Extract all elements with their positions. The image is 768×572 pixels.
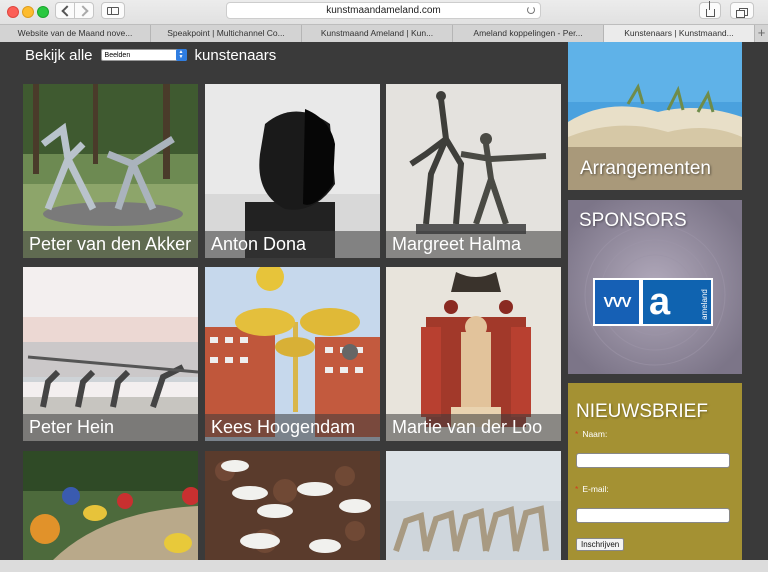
filter-suffix: kunstenaars (194, 46, 277, 64)
artist-name: Martie van der Loo (386, 414, 561, 441)
artist-name: Peter van den Akker (23, 231, 198, 258)
vvv-logo[interactable]: VVV (593, 278, 641, 326)
vvv-logo-text: VVV (603, 293, 631, 311)
share-icon (705, 0, 715, 17)
back-button[interactable] (55, 2, 75, 19)
tab-bar: Website van de Maand nove... Speakpoint … (0, 24, 768, 42)
browser-tab-active[interactable]: Kunstenaars | Kunstmaand... (604, 25, 755, 42)
share-button[interactable] (699, 0, 721, 19)
new-tab-button[interactable]: + (755, 25, 768, 42)
name-input[interactable] (576, 453, 730, 468)
window-close-button[interactable] (7, 6, 19, 18)
name-label-text: Naam: (582, 429, 608, 439)
artist-photo (23, 451, 198, 560)
show-tabs-button[interactable] (730, 2, 754, 19)
artist-photo (386, 451, 561, 560)
browser-tab[interactable]: Kunstmaand Ameland | Kun... (302, 25, 453, 42)
chevron-right-icon (76, 4, 89, 17)
ameland-logo[interactable]: a ameland (641, 278, 713, 326)
artist-filter: Bekijk alle Beelden ▲ ▼ kunstenaars (25, 45, 276, 65)
artist-tile[interactable] (386, 451, 561, 560)
artist-tile[interactable]: Martie van der Loo (386, 267, 561, 441)
required-marker: * (575, 429, 579, 439)
artist-name: Margreet Halma (386, 231, 561, 258)
arrangementen-label: Arrangementen (580, 158, 711, 179)
filter-prefix: Bekijk alle (25, 46, 93, 64)
reload-icon[interactable] (527, 6, 535, 14)
address-bar[interactable]: kunstmaandameland.com (226, 2, 541, 19)
artist-tile[interactable]: Anton Dona (205, 84, 380, 258)
name-label: * Naam: (575, 429, 607, 439)
sponsors-title: SPONSORS (579, 210, 687, 231)
browser-toolbar: kunstmaandameland.com Website van de Maa… (0, 0, 768, 42)
address-url: kunstmaandameland.com (326, 5, 441, 16)
newsletter-title: NIEUWSBRIEF (576, 401, 708, 422)
email-label-text: E-mail: (582, 484, 609, 494)
browser-bottom-bar (0, 560, 768, 572)
artist-tile[interactable]: Peter Hein (23, 267, 198, 441)
browser-tab[interactable]: Speakpoint | Multichannel Co... (151, 25, 302, 42)
newsletter-box: NIEUWSBRIEF * Naam: * E-mail: Inschrijven (568, 383, 742, 560)
artist-name: Peter Hein (23, 414, 198, 441)
sponsors-box: SPONSORS VVV a ameland (568, 200, 742, 374)
chevron-left-icon (60, 4, 73, 17)
ameland-logo-text: ameland (700, 289, 710, 320)
tabs-icon (735, 7, 748, 18)
artist-tile[interactable]: Peter van den Akker (23, 84, 198, 258)
category-select-value: Beelden (104, 52, 131, 59)
email-label: * E-mail: (575, 484, 609, 494)
sidebar-icon (107, 6, 119, 15)
required-marker: * (575, 484, 579, 494)
forward-button[interactable] (74, 2, 94, 19)
artist-tile[interactable] (23, 451, 198, 560)
arrangementen-banner[interactable]: Arrangementen (568, 42, 742, 190)
page-content: Bekijk alle Beelden ▲ ▼ kunstenaars Peter… (0, 42, 768, 560)
artist-name: Kees Hoogendam (205, 414, 380, 441)
email-input[interactable] (576, 508, 730, 523)
subscribe-button[interactable]: Inschrijven (576, 538, 625, 551)
browser-tab[interactable]: Website van de Maand nove... (0, 25, 151, 42)
category-select[interactable]: Beelden ▲ ▼ (100, 49, 187, 61)
select-arrows-icon: ▲ ▼ (175, 49, 187, 61)
artist-tile[interactable] (205, 451, 380, 560)
window-minimize-button[interactable] (22, 6, 34, 18)
ameland-logo-glyph: a (649, 281, 671, 323)
artist-tile[interactable]: Kees Hoogendam (205, 267, 380, 441)
artist-tile[interactable]: Margreet Halma (386, 84, 561, 258)
window-maximize-button[interactable] (37, 6, 49, 18)
artist-photo (205, 451, 380, 560)
sidebar-toggle-button[interactable] (101, 2, 125, 19)
browser-tab[interactable]: Ameland koppelingen - Per... (453, 25, 604, 42)
artist-name: Anton Dona (205, 231, 380, 258)
